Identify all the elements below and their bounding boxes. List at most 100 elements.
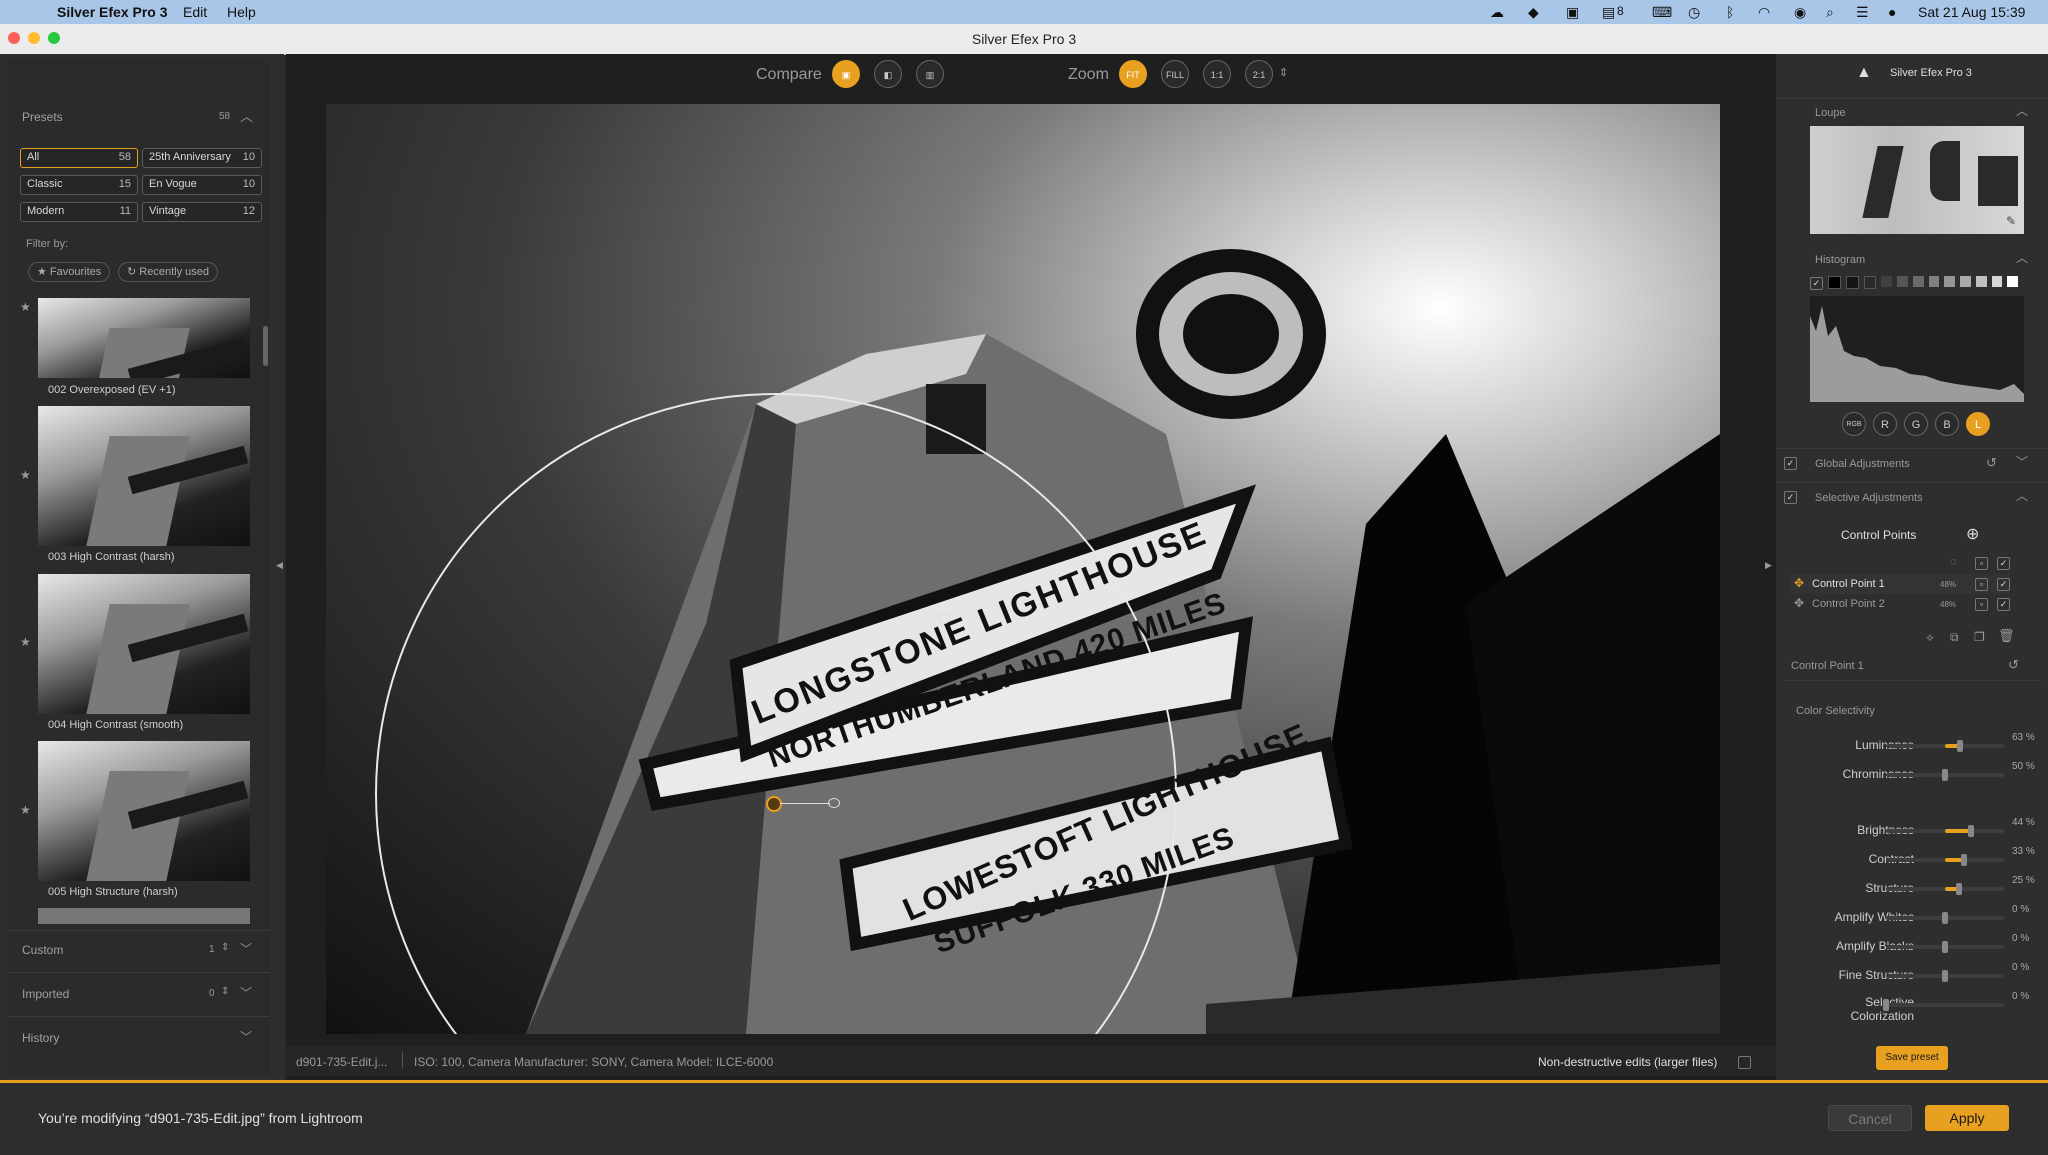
preset-filter-classic[interactable]: Classic 15: [20, 175, 138, 195]
star-icon[interactable]: ★: [20, 300, 31, 314]
preset-thumbnail-005[interactable]: [38, 741, 250, 881]
compare-single-view-button[interactable]: ▣: [832, 60, 860, 88]
user-icon[interactable]: ◉: [1794, 4, 1806, 21]
mask-toggle-all[interactable]: ▫: [1975, 557, 1988, 570]
dashed-circle-icon[interactable]: ◌: [1950, 556, 1957, 568]
control-point-1-mask-toggle[interactable]: ▫: [1975, 578, 1988, 591]
collapse-left-panel-icon[interactable]: ◀: [276, 560, 283, 571]
creative-cloud-icon[interactable]: ☁: [1490, 4, 1504, 21]
preset-filter-all[interactable]: All 58: [20, 148, 138, 168]
enable-all-checkbox[interactable]: ✓: [1997, 557, 2010, 570]
contrast-slider-knob[interactable]: [1960, 854, 1967, 866]
chevron-up-icon[interactable]: ︿: [2016, 249, 2028, 266]
chevron-down-icon[interactable]: ﹀: [240, 984, 252, 1001]
histogram-rgb-button[interactable]: RGB: [1842, 412, 1866, 436]
control-point-2-marker[interactable]: [938, 612, 950, 624]
wifi-icon[interactable]: ◠: [1758, 4, 1770, 21]
dropbox-icon[interactable]: ◆: [1528, 4, 1539, 21]
preset-filter-envogue[interactable]: En Vogue 10: [142, 175, 262, 195]
display-icon[interactable]: ▣: [1566, 4, 1579, 21]
compare-side-by-side-button[interactable]: ▥: [916, 60, 944, 88]
chevron-down-icon[interactable]: ﹀: [2016, 453, 2028, 470]
collapse-right-panel-icon[interactable]: ▶: [1765, 560, 1772, 571]
duplicate-icon[interactable]: ❐: [1974, 630, 1985, 644]
trash-icon[interactable]: 🗑: [1998, 628, 2015, 644]
structure-slider-knob[interactable]: [1956, 883, 1963, 895]
sort-icon[interactable]: ⇕: [221, 942, 229, 953]
amplify-blacks-slider[interactable]: [1886, 941, 2004, 953]
preset-thumbnail-002[interactable]: [38, 298, 250, 378]
ungroup-icon[interactable]: ⧉: [1950, 630, 1959, 645]
histogram-l-button[interactable]: L: [1966, 412, 1990, 436]
preset-filter-25th[interactable]: 25th Anniversary 10: [142, 148, 262, 168]
preset-thumbnail-004[interactable]: [38, 574, 250, 714]
selective-colorization-slider-knob[interactable]: [1883, 999, 1889, 1011]
zoom-fit-button[interactable]: FIT: [1119, 60, 1147, 88]
zoom-2-1-button[interactable]: 2:1: [1245, 60, 1273, 88]
selective-adjustments-checkbox[interactable]: ✓: [1784, 491, 1797, 504]
zoom-fill-button[interactable]: FILL: [1161, 60, 1189, 88]
selective-adjustments-header[interactable]: Selective Adjustments: [1815, 492, 1923, 504]
preset-filter-vintage[interactable]: Vintage 12: [142, 202, 262, 222]
reset-icon[interactable]: ↺: [2008, 657, 2019, 673]
menu-help[interactable]: Help: [227, 4, 256, 20]
chevron-up-icon[interactable]: ︿: [240, 106, 253, 125]
global-adjustments-checkbox[interactable]: ✓: [1784, 457, 1797, 470]
control-point-1-marker[interactable]: [766, 796, 782, 812]
recently-used-filter-chip[interactable]: ↻ Recently used: [118, 262, 218, 282]
chrominance-slider[interactable]: [1886, 769, 2004, 781]
control-point-1-enable-checkbox[interactable]: ✓: [1997, 578, 2010, 591]
add-control-point-icon[interactable]: ⊕: [1966, 524, 1979, 544]
history-section-header[interactable]: History: [22, 1031, 59, 1045]
brightness-slider-knob[interactable]: [1967, 825, 1974, 837]
contrast-slider[interactable]: [1886, 854, 2004, 866]
chrominance-slider-knob[interactable]: [1942, 769, 1948, 781]
pin-icon[interactable]: ✎: [2006, 214, 2016, 228]
chevron-up-icon[interactable]: ︿: [2016, 487, 2028, 504]
zone-checkbox[interactable]: ✓: [1810, 277, 1823, 290]
star-icon[interactable]: ★: [20, 468, 31, 482]
control-point-2-enable-checkbox[interactable]: ✓: [1997, 598, 2010, 611]
histogram-b-button[interactable]: B: [1935, 412, 1959, 436]
control-center-icon[interactable]: ☰: [1856, 4, 1869, 21]
structure-slider[interactable]: [1886, 883, 2004, 895]
apply-button[interactable]: Apply: [1925, 1105, 2009, 1131]
control-point-size-handle[interactable]: [828, 798, 840, 808]
favourites-filter-chip[interactable]: ★ Favourites: [28, 262, 111, 282]
preset-thumbnail-003[interactable]: [38, 406, 250, 546]
star-icon[interactable]: ★: [20, 635, 31, 649]
menu-edit[interactable]: Edit: [183, 4, 207, 20]
fine-structure-slider-knob[interactable]: [1942, 970, 1948, 982]
preset-filter-modern[interactable]: Modern 11: [20, 202, 138, 222]
chevron-down-icon[interactable]: ﹀: [240, 940, 252, 957]
selective-colorization-slider[interactable]: [1883, 999, 2004, 1011]
global-adjustments-header[interactable]: Global Adjustments: [1815, 458, 1910, 470]
star-icon[interactable]: ★: [20, 803, 31, 817]
brightness-slider[interactable]: [1886, 825, 2004, 837]
zoom-stepper-icon[interactable]: ⇕: [1279, 66, 1288, 79]
keyboard-icon[interactable]: ⌨: [1652, 4, 1672, 21]
amplify-whites-slider-knob[interactable]: [1942, 912, 1948, 924]
cancel-button[interactable]: Cancel: [1828, 1105, 1912, 1131]
bluetooth-icon[interactable]: ᛒ: [1726, 4, 1734, 20]
group-icon[interactable]: ⟡: [1926, 630, 1934, 645]
luminance-slider[interactable]: [1886, 740, 2004, 752]
compare-split-view-button[interactable]: ◧: [874, 60, 902, 88]
reset-icon[interactable]: ↺: [1986, 455, 1997, 471]
histogram-g-button[interactable]: G: [1904, 412, 1928, 436]
amplify-whites-slider[interactable]: [1886, 912, 2004, 924]
chevron-down-icon[interactable]: ﹀: [240, 1028, 252, 1045]
preview-image[interactable]: LONGSTONE LIGHTHOUSE NORTHUMBERLAND 420 …: [326, 104, 1720, 1034]
notes-icon[interactable]: ▤: [1602, 4, 1615, 21]
non-destructive-checkbox[interactable]: [1738, 1056, 1751, 1069]
menu-app-name[interactable]: Silver Efex Pro 3: [57, 4, 168, 20]
save-preset-button[interactable]: Save preset: [1876, 1046, 1948, 1070]
siri-icon[interactable]: ●: [1888, 4, 1896, 20]
loupe-view[interactable]: ✎: [1810, 126, 2024, 234]
imported-section-header[interactable]: Imported: [22, 987, 69, 1001]
fine-structure-slider[interactable]: [1886, 970, 2004, 982]
preset-thumbnail-partial[interactable]: [38, 908, 250, 924]
zone-swatches[interactable]: [1828, 276, 2018, 289]
presets-scrollbar[interactable]: [263, 326, 268, 366]
zoom-1-1-button[interactable]: 1:1: [1203, 60, 1231, 88]
